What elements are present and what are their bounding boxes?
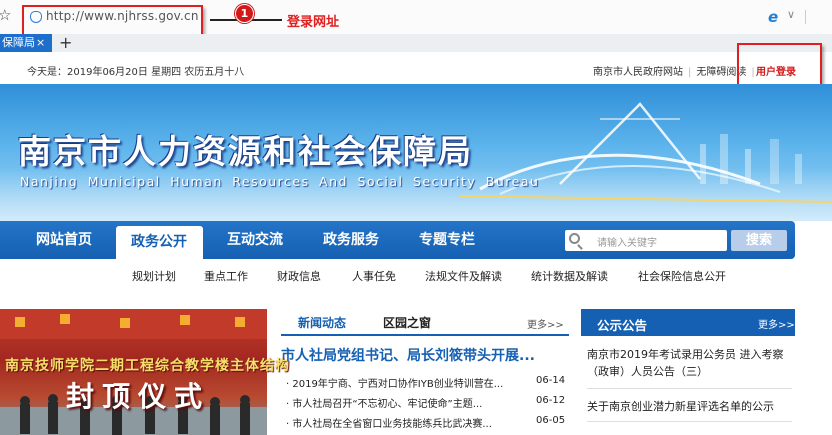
search-icon xyxy=(569,233,580,244)
browser-logo-icon[interactable]: e xyxy=(768,8,778,26)
nav-interaction[interactable]: 互动交流 xyxy=(227,221,283,259)
nav-gov-affairs[interactable]: 政务公开 xyxy=(131,226,187,259)
tab-district-window[interactable]: 区园之窗 xyxy=(383,314,431,331)
subnav-appointments[interactable]: 人事任免 xyxy=(352,268,396,284)
subnav-social-insurance[interactable]: 社会保险信息公开 xyxy=(638,268,726,284)
site-subtitle: Nanjing Municipal Human Resources And So… xyxy=(20,174,540,189)
news-date: 06-14 xyxy=(536,375,566,386)
news-date: 06-12 xyxy=(536,395,566,406)
nav-services[interactable]: 政务服务 xyxy=(323,221,379,259)
current-date: 今天是：2019年06月20日 星期四 农历五月十八 xyxy=(27,67,245,78)
site-title: 南京市人力资源和社会保障局 xyxy=(18,132,473,171)
photo-caption-line1: 南京技师学院二期工程综合教学楼主体结构 xyxy=(5,358,290,374)
tab-strip xyxy=(0,34,832,52)
annotation-login-url-label: 登录网址 xyxy=(287,15,340,30)
news-headline[interactable]: 市人社局党组书记、局长刘筱带头开展... xyxy=(281,345,535,365)
notice-divider xyxy=(587,421,792,422)
subnav-finance[interactable]: 财政信息 xyxy=(277,268,321,284)
login-highlight-box xyxy=(737,43,822,89)
favorite-star-icon[interactable]: ☆ xyxy=(0,6,11,24)
nav-home[interactable]: 网站首页 xyxy=(36,221,92,259)
search-button[interactable]: 搜索 xyxy=(731,230,787,251)
gov-site-link[interactable]: 南京市人民政府网站 xyxy=(593,67,683,78)
subnav-key-work[interactable]: 重点工作 xyxy=(204,268,248,284)
close-tab-icon[interactable]: × xyxy=(36,34,45,52)
toolbar-divider xyxy=(805,10,806,24)
link-separator: | xyxy=(688,67,692,78)
nav-topics[interactable]: 专题专栏 xyxy=(419,221,475,259)
notice-item[interactable]: 南京市2019年考试录用公务员 进入考察（政审）人员公告（三） xyxy=(587,346,792,380)
url-highlight-box xyxy=(22,5,203,36)
notice-title: 公示公告 xyxy=(597,318,648,333)
news-more-link[interactable]: 更多>> xyxy=(527,316,564,331)
notice-divider xyxy=(587,388,792,389)
photo-caption-line2: 封顶仪式 xyxy=(66,380,211,413)
notice-item[interactable]: 关于南京创业潜力新星评选名单的公示 xyxy=(587,398,792,415)
tab-news[interactable]: 新闻动态 xyxy=(298,314,346,331)
notice-more-link[interactable]: 更多>> xyxy=(758,316,795,331)
news-tab-underline xyxy=(281,334,569,336)
news-item[interactable]: · 2019年宁商、宁西对口协作IYB创业特训营在... xyxy=(286,375,503,390)
new-tab-button[interactable]: + xyxy=(59,34,72,52)
news-item[interactable]: · 市人社局召开“不忘初心、牢记使命”主题... xyxy=(286,395,482,410)
subnav-regulations[interactable]: 法规文件及解读 xyxy=(425,268,502,284)
subnav-plan[interactable]: 规划计划 xyxy=(132,268,176,284)
search-placeholder: 请输入关键字 xyxy=(597,238,657,249)
chevron-down-icon[interactable]: ∨ xyxy=(787,8,795,21)
news-item[interactable]: · 市人社局在全省窗口业务技能练兵比武决赛... xyxy=(286,415,492,430)
annotation-step-1-badge: 1 xyxy=(235,4,254,23)
top-links: 南京市人民政府网站 | 无障碍阅读 | xyxy=(593,63,760,78)
news-date: 06-05 xyxy=(536,415,566,426)
subnav-statistics[interactable]: 统计数据及解读 xyxy=(531,268,608,284)
